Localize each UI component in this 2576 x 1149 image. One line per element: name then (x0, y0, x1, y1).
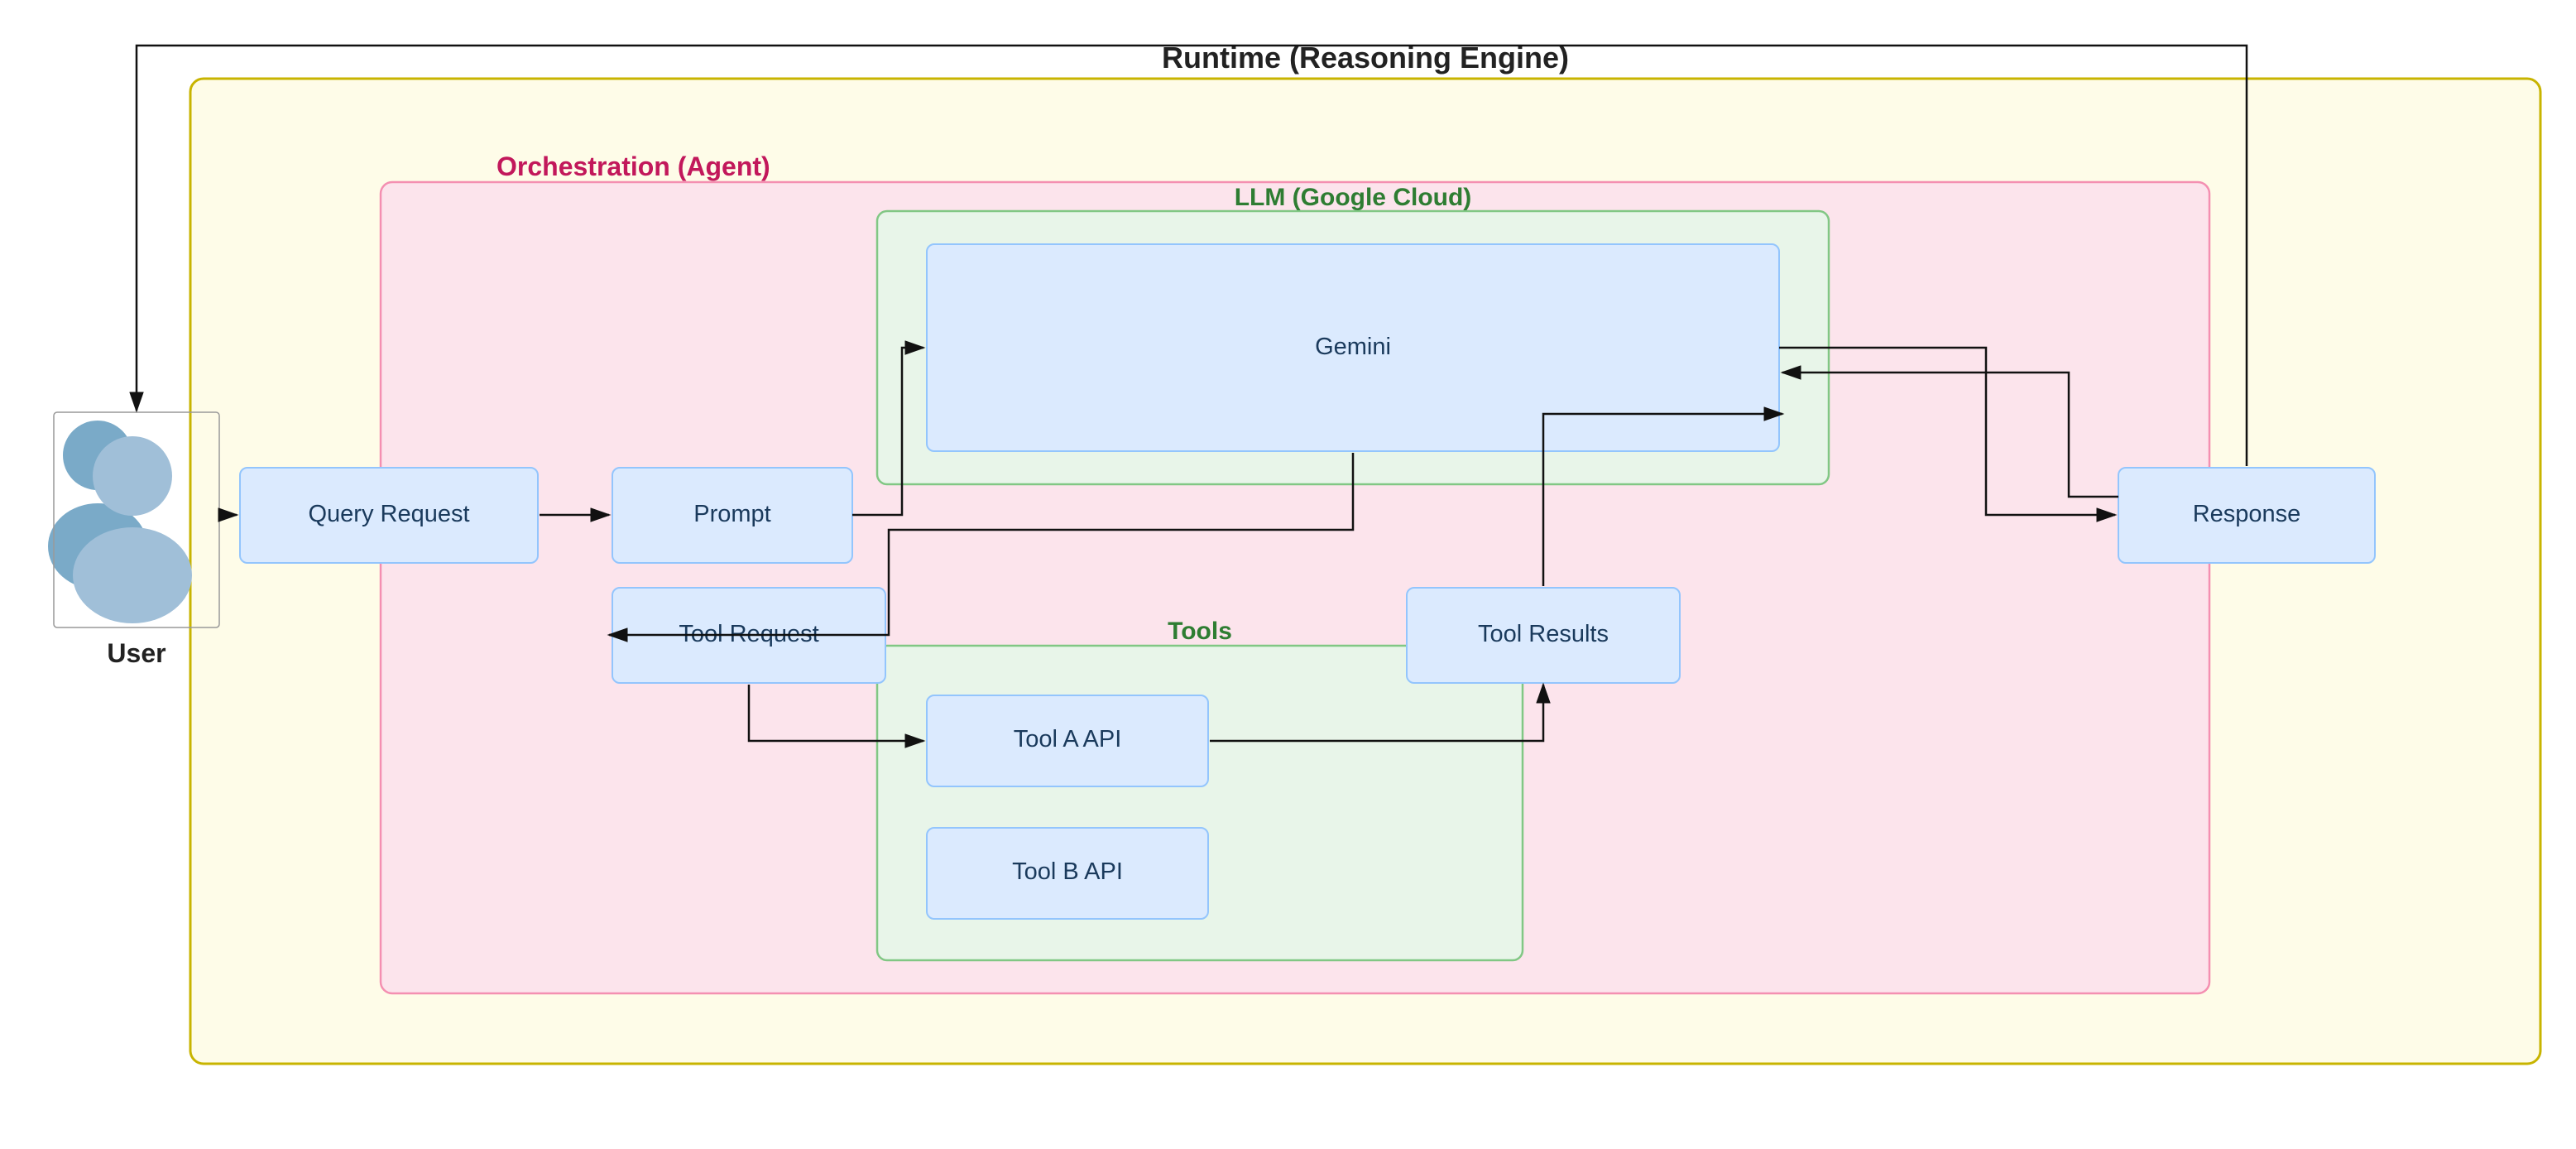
prompt-text: Prompt (693, 501, 770, 527)
tool-a-text: Tool A API (1014, 726, 1122, 752)
user-icon-front-body (73, 527, 192, 623)
tools-label: Tools (1168, 618, 1232, 645)
query-request-text: Query Request (308, 501, 469, 527)
gemini-text: Gemini (1315, 334, 1391, 360)
llm-label: LLM (Google Cloud) (1235, 184, 1472, 211)
tool-results-text: Tool Results (1478, 621, 1609, 647)
response-text: Response (2193, 501, 2301, 527)
user-icon-front-head (93, 436, 172, 516)
full-diagram: Runtime (Reasoning Engine) Orchestration… (0, 0, 2576, 1149)
tool-b-text: Tool B API (1012, 858, 1123, 885)
orchestration-label: Orchestration (Agent) (496, 151, 770, 181)
user-text: User (107, 638, 165, 668)
